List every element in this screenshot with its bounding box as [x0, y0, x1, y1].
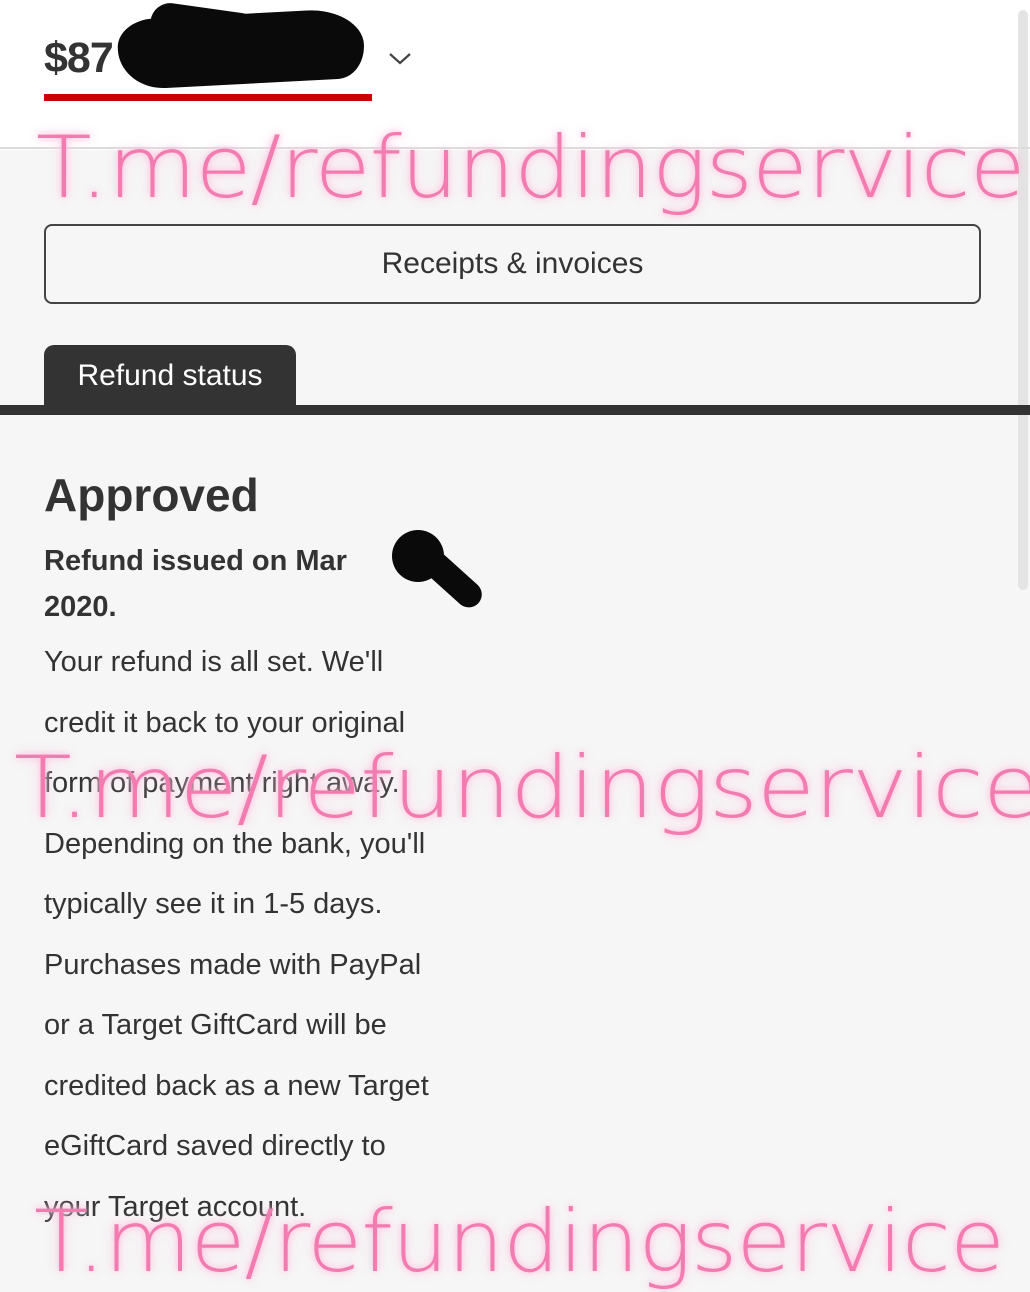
amount-underline	[44, 94, 372, 101]
description-line: your Target account.	[44, 1190, 307, 1223]
description-line: or a Target GiftCard will be	[44, 1009, 387, 1041]
tab-label: Refund status	[77, 359, 263, 392]
chevron-down-icon[interactable]	[386, 44, 414, 72]
redaction-mark	[392, 530, 444, 582]
description-line: credit it back to your original	[44, 706, 406, 739]
order-amount: $87	[44, 34, 114, 82]
description-line: eGiftCard saved directly to	[44, 1130, 386, 1162]
receipts-invoices-label: Receipts & invoices	[381, 247, 644, 280]
refund-status-title: Approved	[44, 469, 259, 521]
description-line: Depending on the bank, you'll	[44, 827, 426, 860]
description-line: typically see it in 1-5 days.	[44, 888, 383, 920]
tab-underline	[0, 405, 1030, 415]
description-line: Your refund is all set. We'll	[44, 646, 384, 678]
redaction-mark	[116, 7, 366, 91]
receipts-invoices-button[interactable]: Receipts & invoices	[44, 224, 981, 304]
scrollbar-thumb[interactable]	[1018, 10, 1028, 590]
tab-refund-status[interactable]: Refund status	[44, 345, 296, 407]
description-line: form of payment right away.	[44, 767, 400, 799]
refund-description: Your refund is all set. We'll credit it …	[44, 632, 514, 1237]
scrollbar[interactable]	[1016, 0, 1030, 600]
divider	[0, 147, 1030, 149]
description-line: Purchases made with PayPal	[44, 948, 422, 981]
description-line: credited back as a new Target	[44, 1069, 429, 1102]
issued-line: 2020.	[44, 591, 117, 623]
